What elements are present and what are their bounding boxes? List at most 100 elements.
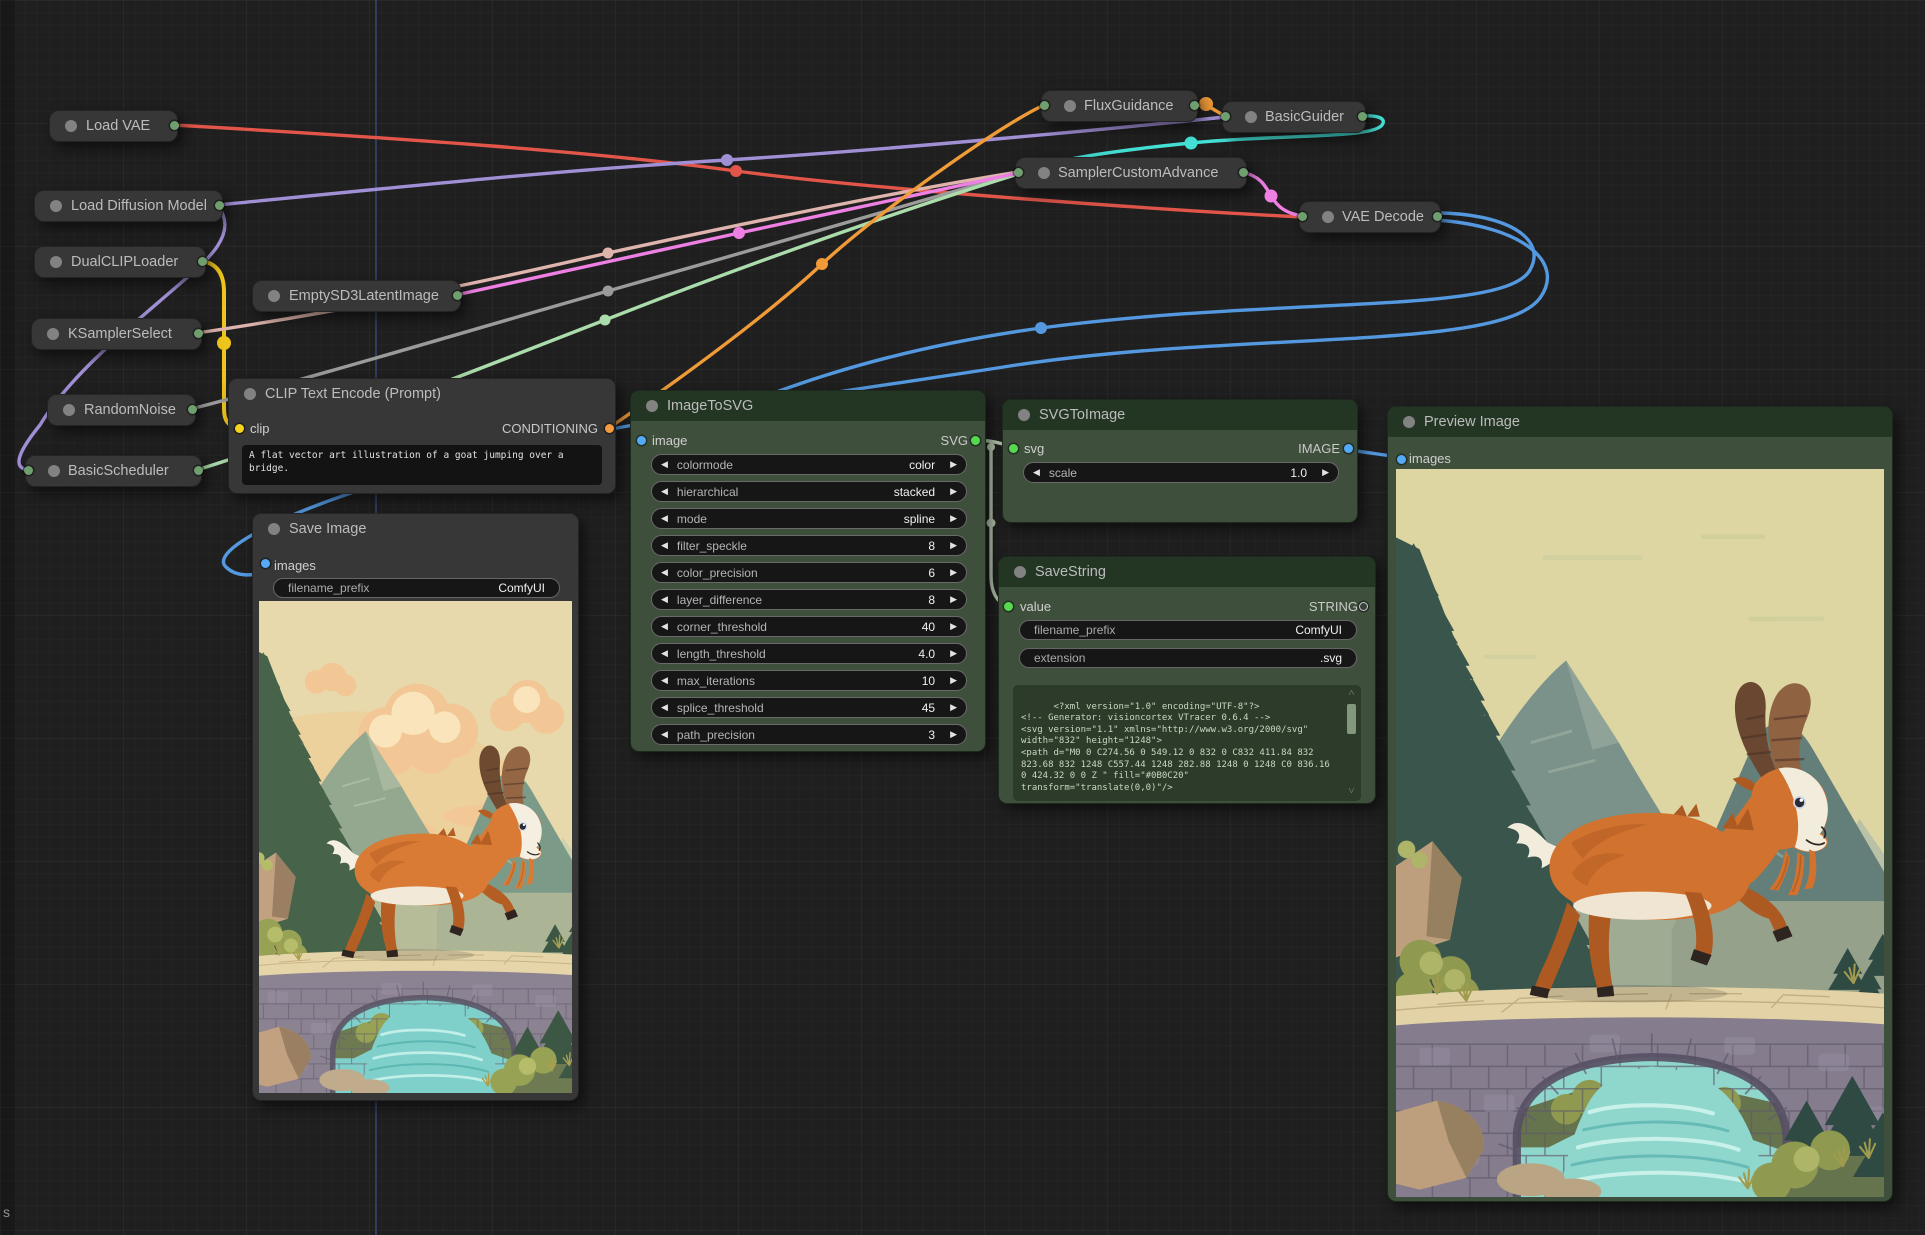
increment-arrow-icon[interactable]: ▶ (941, 459, 966, 470)
decrement-arrow-icon[interactable]: ◀ (652, 702, 677, 713)
preview-image-output[interactable] (1396, 469, 1884, 1197)
node-clip-text-encode[interactable]: CLIP Text Encode (Prompt) clip CONDITION… (228, 378, 616, 494)
collapse-dot[interactable] (65, 120, 77, 132)
model-output-dot[interactable] (215, 201, 224, 210)
node-basic-guider[interactable]: BasicGuider (1222, 101, 1366, 133)
collapse-dot[interactable] (268, 523, 280, 535)
collapse-dot[interactable] (1018, 409, 1030, 421)
string-output-dot[interactable] (1359, 602, 1368, 611)
svg-source-textarea[interactable]: <?xml version="1.0" encoding="UTF-8"?> <… (1013, 685, 1361, 801)
increment-arrow-icon[interactable]: ▶ (941, 729, 966, 740)
widget-splice-threshold[interactable]: ◀ splice_threshold 45 ▶ (651, 697, 967, 718)
collapse-dot[interactable] (50, 256, 62, 268)
node-header[interactable]: SVGToImage (1003, 400, 1357, 430)
widget-scale[interactable]: ◀ scale 1.0 ▶ (1023, 462, 1339, 483)
increment-arrow-icon[interactable]: ▶ (941, 513, 966, 524)
collapse-dot[interactable] (50, 200, 62, 212)
collapse-dot[interactable] (48, 465, 60, 477)
latent-output-dot[interactable] (453, 291, 462, 300)
node-basic-scheduler[interactable]: BasicScheduler (25, 455, 202, 487)
increment-arrow-icon[interactable]: ▶ (941, 540, 966, 551)
decrement-arrow-icon[interactable]: ◀ (652, 567, 677, 578)
saved-image-preview[interactable] (259, 601, 572, 1093)
collapse-dot[interactable] (1245, 111, 1257, 123)
widget-hierarchical[interactable]: ◀ hierarchical stacked ▶ (651, 481, 967, 502)
clip-input-dot[interactable] (235, 424, 244, 433)
image-output-dot[interactable] (1344, 444, 1353, 453)
svg-input-dot[interactable] (1009, 444, 1018, 453)
increment-arrow-icon[interactable]: ▶ (941, 675, 966, 686)
increment-arrow-icon[interactable]: ▶ (941, 486, 966, 497)
node-ksampler-select[interactable]: KSamplerSelect (31, 318, 202, 350)
decrement-arrow-icon[interactable]: ◀ (1024, 467, 1049, 478)
node-header[interactable]: Save Image (253, 514, 578, 544)
node-sampler-custom-advance[interactable]: SamplerCustomAdvance (1015, 157, 1247, 189)
image-output-dot[interactable] (1433, 212, 1442, 221)
node-save-string[interactable]: SaveString value STRING filename_prefix … (998, 556, 1376, 804)
collapse-dot[interactable] (1038, 167, 1050, 179)
collapse-dot[interactable] (1014, 566, 1026, 578)
widget-color-precision[interactable]: ◀ color_precision 6 ▶ (651, 562, 967, 583)
decrement-arrow-icon[interactable]: ◀ (652, 459, 677, 470)
decrement-arrow-icon[interactable]: ◀ (652, 621, 677, 632)
node-random-noise[interactable]: RandomNoise (47, 394, 196, 426)
widget-length-threshold[interactable]: ◀ length_threshold 4.0 ▶ (651, 643, 967, 664)
vae-output-dot[interactable] (170, 121, 179, 130)
decrement-arrow-icon[interactable]: ◀ (652, 540, 677, 551)
node-empty-sd3-latent-image[interactable]: EmptySD3LatentImage (252, 280, 461, 312)
increment-arrow-icon[interactable]: ▶ (941, 594, 966, 605)
node-vae-decode[interactable]: VAE Decode (1299, 201, 1441, 233)
decrement-arrow-icon[interactable]: ◀ (652, 729, 677, 740)
svg-output-dot[interactable] (971, 436, 980, 445)
scrollbar-thumb[interactable] (1347, 704, 1356, 734)
increment-arrow-icon[interactable]: ▶ (941, 648, 966, 659)
collapse-dot[interactable] (1322, 211, 1334, 223)
filename-prefix-field[interactable]: filename_prefix ComfyUI (273, 578, 560, 598)
scroll-down-icon[interactable]: ˅ (1345, 786, 1358, 798)
node-svg-to-image[interactable]: SVGToImage svg IMAGE ◀ scale 1.0 ▶ (1002, 399, 1358, 523)
collapse-dot[interactable] (244, 388, 256, 400)
widget-max-iterations[interactable]: ◀ max_iterations 10 ▶ (651, 670, 967, 691)
extension-field[interactable]: extension .svg (1019, 648, 1357, 668)
latent-output-dot[interactable] (1239, 168, 1248, 177)
collapse-dot[interactable] (63, 404, 75, 416)
increment-arrow-icon[interactable]: ▶ (1313, 467, 1338, 478)
images-input-dot[interactable] (1397, 455, 1406, 464)
widget-mode[interactable]: ◀ mode spline ▶ (651, 508, 967, 529)
model-input-dot[interactable] (24, 466, 33, 475)
node-load-vae[interactable]: Load VAE (49, 110, 178, 142)
node-load-diffusion-model[interactable]: Load Diffusion Model (34, 190, 223, 222)
guider-output-dot[interactable] (1358, 112, 1367, 121)
node-save-image[interactable]: Save Image images filename_prefix ComfyU… (252, 513, 579, 1101)
samples-input-dot[interactable] (1298, 212, 1307, 221)
guider-input-dot[interactable] (1221, 112, 1230, 121)
collapse-dot[interactable] (1064, 100, 1076, 112)
images-input-dot[interactable] (261, 559, 270, 568)
conditioning-output-dot[interactable] (1190, 101, 1199, 110)
collapse-dot[interactable] (47, 328, 59, 340)
node-image-to-svg[interactable]: ImageToSVG image SVG ◀ colormode color ▶… (630, 390, 986, 752)
collapse-dot[interactable] (268, 290, 280, 302)
decrement-arrow-icon[interactable]: ◀ (652, 648, 677, 659)
sampler-inputs-dot[interactable] (1014, 168, 1023, 177)
node-graph-canvas[interactable]: s (0, 0, 1925, 1235)
decrement-arrow-icon[interactable]: ◀ (652, 513, 677, 524)
value-input-dot[interactable] (1004, 602, 1013, 611)
node-preview-image[interactable]: Preview Image images (1387, 406, 1893, 1202)
scrollbar[interactable]: ˄ ˅ (1345, 688, 1358, 798)
conditioning-output-dot[interactable] (605, 424, 614, 433)
node-header[interactable]: SaveString (999, 557, 1375, 587)
node-header[interactable]: Preview Image (1388, 407, 1892, 437)
increment-arrow-icon[interactable]: ▶ (941, 567, 966, 578)
clip-output-dot[interactable] (198, 257, 207, 266)
node-flux-guidance[interactable]: FluxGuidance (1041, 90, 1198, 122)
decrement-arrow-icon[interactable]: ◀ (652, 486, 677, 497)
filename-prefix-field[interactable]: filename_prefix ComfyUI (1019, 620, 1357, 640)
conditioning-input-dot[interactable] (1040, 101, 1049, 110)
prompt-textarea[interactable]: A flat vector art illustration of a goat… (242, 445, 602, 485)
decrement-arrow-icon[interactable]: ◀ (652, 675, 677, 686)
widget-path-precision[interactable]: ◀ path_precision 3 ▶ (651, 724, 967, 745)
noise-output-dot[interactable] (188, 405, 197, 414)
collapse-dot[interactable] (1403, 416, 1415, 428)
widget-corner-threshold[interactable]: ◀ corner_threshold 40 ▶ (651, 616, 967, 637)
